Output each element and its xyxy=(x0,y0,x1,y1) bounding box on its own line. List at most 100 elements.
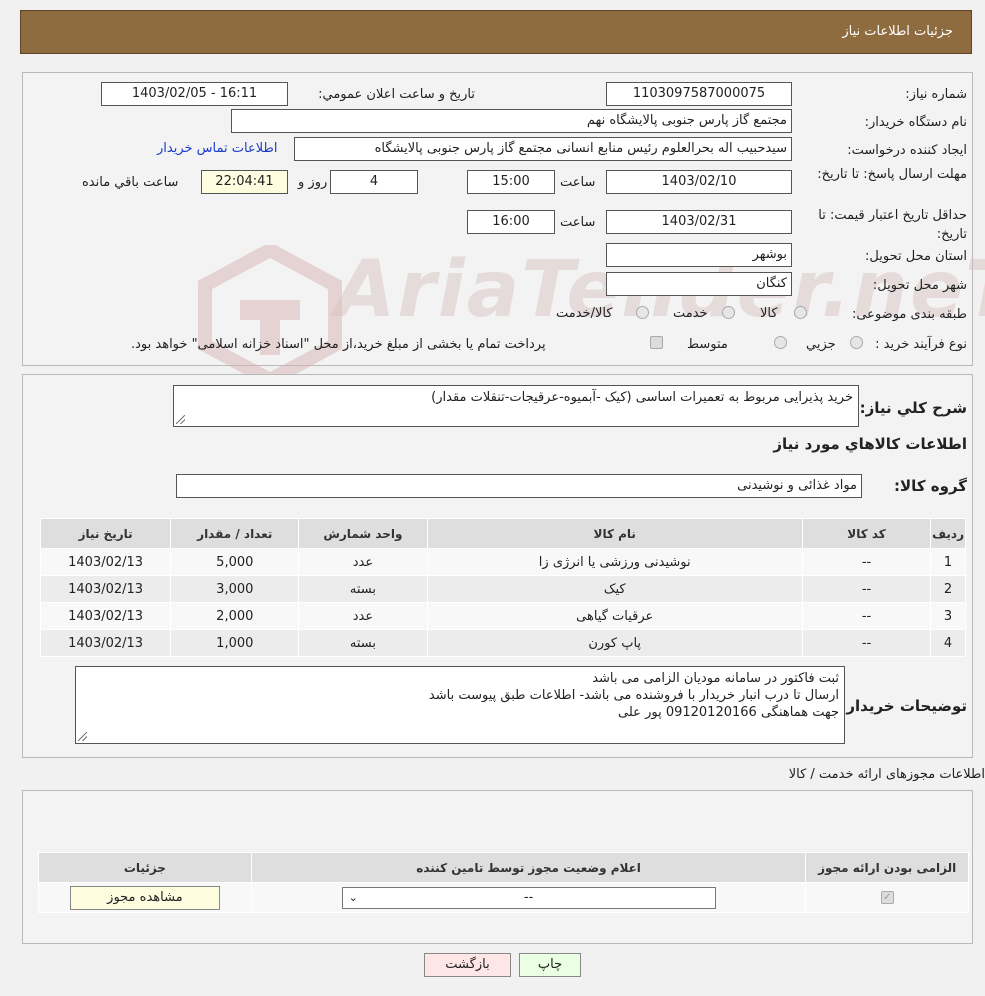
col-item-name: نام کالا xyxy=(426,518,803,549)
cell-quantity: 1,000 xyxy=(170,629,300,657)
col-quantity: تعداد / مقدار xyxy=(170,518,300,549)
buyer-org-field: مجتمع گاز پارس جنوبی پالایشگاه نهم xyxy=(231,109,792,133)
remaining-days-field: 4 xyxy=(330,170,418,194)
cell-item-name: کیک xyxy=(426,575,803,603)
col-license-required: الزامی بودن ارائه مجوز xyxy=(805,852,969,883)
table-row: 2 -- کیک بسته 3,000 1403/02/13 xyxy=(39,575,966,603)
treasury-payment-checkbox[interactable] xyxy=(650,336,663,349)
cell-need-date: 1403/02/13 xyxy=(39,575,172,603)
cell-need-date: 1403/02/13 xyxy=(39,629,172,657)
need-number-label: شماره نیاز: xyxy=(905,87,967,102)
buyer-note-line: ثبت فاکتور در سامانه مودیان الزامی می با… xyxy=(592,671,839,686)
print-button[interactable]: چاپ xyxy=(519,953,581,977)
cell-row-number: 1 xyxy=(930,548,966,576)
category-goods-service-radio[interactable] xyxy=(636,306,649,319)
buyer-notes-textarea[interactable]: ثبت فاکتور در سامانه مودیان الزامی می با… xyxy=(75,666,845,744)
cell-need-date: 1403/02/13 xyxy=(39,602,172,630)
cell-unit: بسته xyxy=(298,629,428,657)
licenses-title: اطلاعات مجوزهای ارائه خدمت / کالا xyxy=(788,767,985,782)
validity-date-field: 1403/02/31 xyxy=(606,210,792,234)
buyer-note-line: جهت هماهنگی 09120120166 پور علی xyxy=(618,705,839,720)
license-status-value: -- xyxy=(523,889,534,905)
cell-license-status: -- ⌄ xyxy=(250,882,807,913)
city-label: شهر محل تحويل: xyxy=(872,278,967,293)
cell-row-number: 2 xyxy=(930,575,966,603)
validity-time-label: ساعت xyxy=(560,215,596,230)
purchase-minor-radio[interactable] xyxy=(850,336,863,349)
category-service-radio[interactable] xyxy=(722,306,735,319)
category-goods-label: کالا xyxy=(760,306,778,321)
deadline-time-field: 15:00 xyxy=(467,170,555,194)
buyer-org-label: نام دستگاه خريدار: xyxy=(864,115,967,130)
goods-group-field: مواد غذائی و نوشیدنی xyxy=(176,474,862,498)
licenses-table-header: الزامی بودن ارائه مجوز اعلام وضعيت مجوز … xyxy=(38,852,969,883)
page-header: جزئیات اطلاعات نیاز xyxy=(20,10,972,54)
back-button[interactable]: بازگشت xyxy=(424,953,511,977)
province-field: بوشهر xyxy=(606,243,792,267)
table-row: ✓ -- ⌄ مشاهده مجوز xyxy=(38,882,969,913)
province-label: استان محل تحويل: xyxy=(865,249,967,264)
payment-note: پرداخت تمام یا بخشی از مبلغ خرید،از محل … xyxy=(131,337,546,352)
goods-info-title: اطلاعات کالاهاي مورد نياز xyxy=(773,435,967,453)
cell-quantity: 5,000 xyxy=(170,548,300,576)
page-title: جزئیات اطلاعات نیاز xyxy=(842,24,953,39)
buyer-contact-link[interactable]: اطلاعات تماس خريدار xyxy=(157,141,277,156)
creator-field: سیدحبیب اله بحرالعلوم رئیس منابع انسانی … xyxy=(294,137,792,161)
deadline-time-label: ساعت xyxy=(560,175,596,190)
cell-unit: بسته xyxy=(298,575,428,603)
cell-license-details: مشاهده مجوز xyxy=(38,882,252,913)
category-goods-radio[interactable] xyxy=(794,306,807,319)
day-and-label: روز و xyxy=(298,175,328,190)
cell-license-required: ✓ xyxy=(805,882,969,913)
validity-label: حداقل تاریخ اعتبار قیمت: تا تاریخ: xyxy=(818,208,967,242)
goods-group-label: گروه کالا: xyxy=(894,477,967,495)
view-license-button[interactable]: مشاهده مجوز xyxy=(69,885,220,910)
goods-table-header: رديف کد کالا نام کالا واحد شمارش تعداد /… xyxy=(39,518,966,549)
col-item-code: کد کالا xyxy=(801,518,932,549)
purchase-minor-label: جزيي xyxy=(806,337,836,352)
col-need-date: تاریخ نیاز xyxy=(39,518,172,549)
description-textarea[interactable]: خرید پذیرایی مربوط به تعمیرات اساسی (کیک… xyxy=(173,385,859,427)
purchase-type-label: نوع فرآيند خريد : xyxy=(875,337,967,352)
category-label: طبقه بندی موضوعی: xyxy=(851,307,967,322)
license-required-checkbox[interactable]: ✓ xyxy=(880,891,894,904)
chevron-down-icon: ⌄ xyxy=(348,890,358,904)
col-license-details: جزئيات xyxy=(38,852,252,883)
deadline-date-field: 1403/02/10 xyxy=(606,170,792,194)
table-row: 1 -- نوشیدنی ورزشی یا انرژی زا عدد 5,000… xyxy=(39,548,966,576)
table-row: 4 -- پاپ کورن بسته 1,000 1403/02/13 xyxy=(39,629,966,657)
creator-label: ايجاد کننده درخواست: xyxy=(847,143,967,158)
license-status-select[interactable]: -- ⌄ xyxy=(341,886,716,909)
cell-item-code: -- xyxy=(801,548,932,576)
remaining-label: ساعت باقي مانده xyxy=(82,175,179,190)
purchase-medium-radio[interactable] xyxy=(774,336,787,349)
cell-row-number: 4 xyxy=(930,629,966,657)
cell-item-name: عرقیات گیاهی xyxy=(426,602,803,630)
cell-unit: عدد xyxy=(298,602,428,630)
city-field: کنگان xyxy=(606,272,792,296)
validity-time-field: 16:00 xyxy=(467,210,555,234)
watermark-logo-icon xyxy=(198,245,342,385)
licenses-table: الزامی بودن ارائه مجوز اعلام وضعيت مجوز … xyxy=(38,852,969,913)
announce-field: 1403/02/05 - 16:11 xyxy=(101,82,288,106)
deadline-label: مهلت ارسال پاسخ: تا تاریخ: xyxy=(817,167,967,182)
resize-handle-icon[interactable] xyxy=(78,732,87,741)
category-goods-service-label: کالا/خدمت xyxy=(556,306,613,321)
col-row-number: رديف xyxy=(930,518,966,549)
need-number-field: 1103097587000075 xyxy=(606,82,792,106)
cell-item-name: نوشیدنی ورزشی یا انرژی زا xyxy=(426,548,803,576)
description-text: خرید پذیرایی مربوط به تعمیرات اساسی (کیک… xyxy=(431,390,853,405)
cell-need-date: 1403/02/13 xyxy=(39,548,172,576)
description-label: شرح کلي نياز: xyxy=(859,399,967,417)
announce-label: تاریخ و ساعت اعلان عمومي: xyxy=(318,87,475,102)
category-service-label: خدمت xyxy=(673,306,708,321)
cell-quantity: 3,000 xyxy=(170,575,300,603)
goods-table: رديف کد کالا نام کالا واحد شمارش تعداد /… xyxy=(39,518,966,657)
cell-unit: عدد xyxy=(298,548,428,576)
purchase-medium-label: متوسط xyxy=(687,337,728,352)
buyer-note-line: ارسال تا درب انبار خریدار با فروشنده می … xyxy=(428,688,839,703)
cell-item-code: -- xyxy=(801,629,932,657)
buyer-notes-label: توضيحات خريدار: xyxy=(840,697,967,715)
resize-handle-icon[interactable] xyxy=(176,415,185,424)
cell-item-name: پاپ کورن xyxy=(426,629,803,657)
